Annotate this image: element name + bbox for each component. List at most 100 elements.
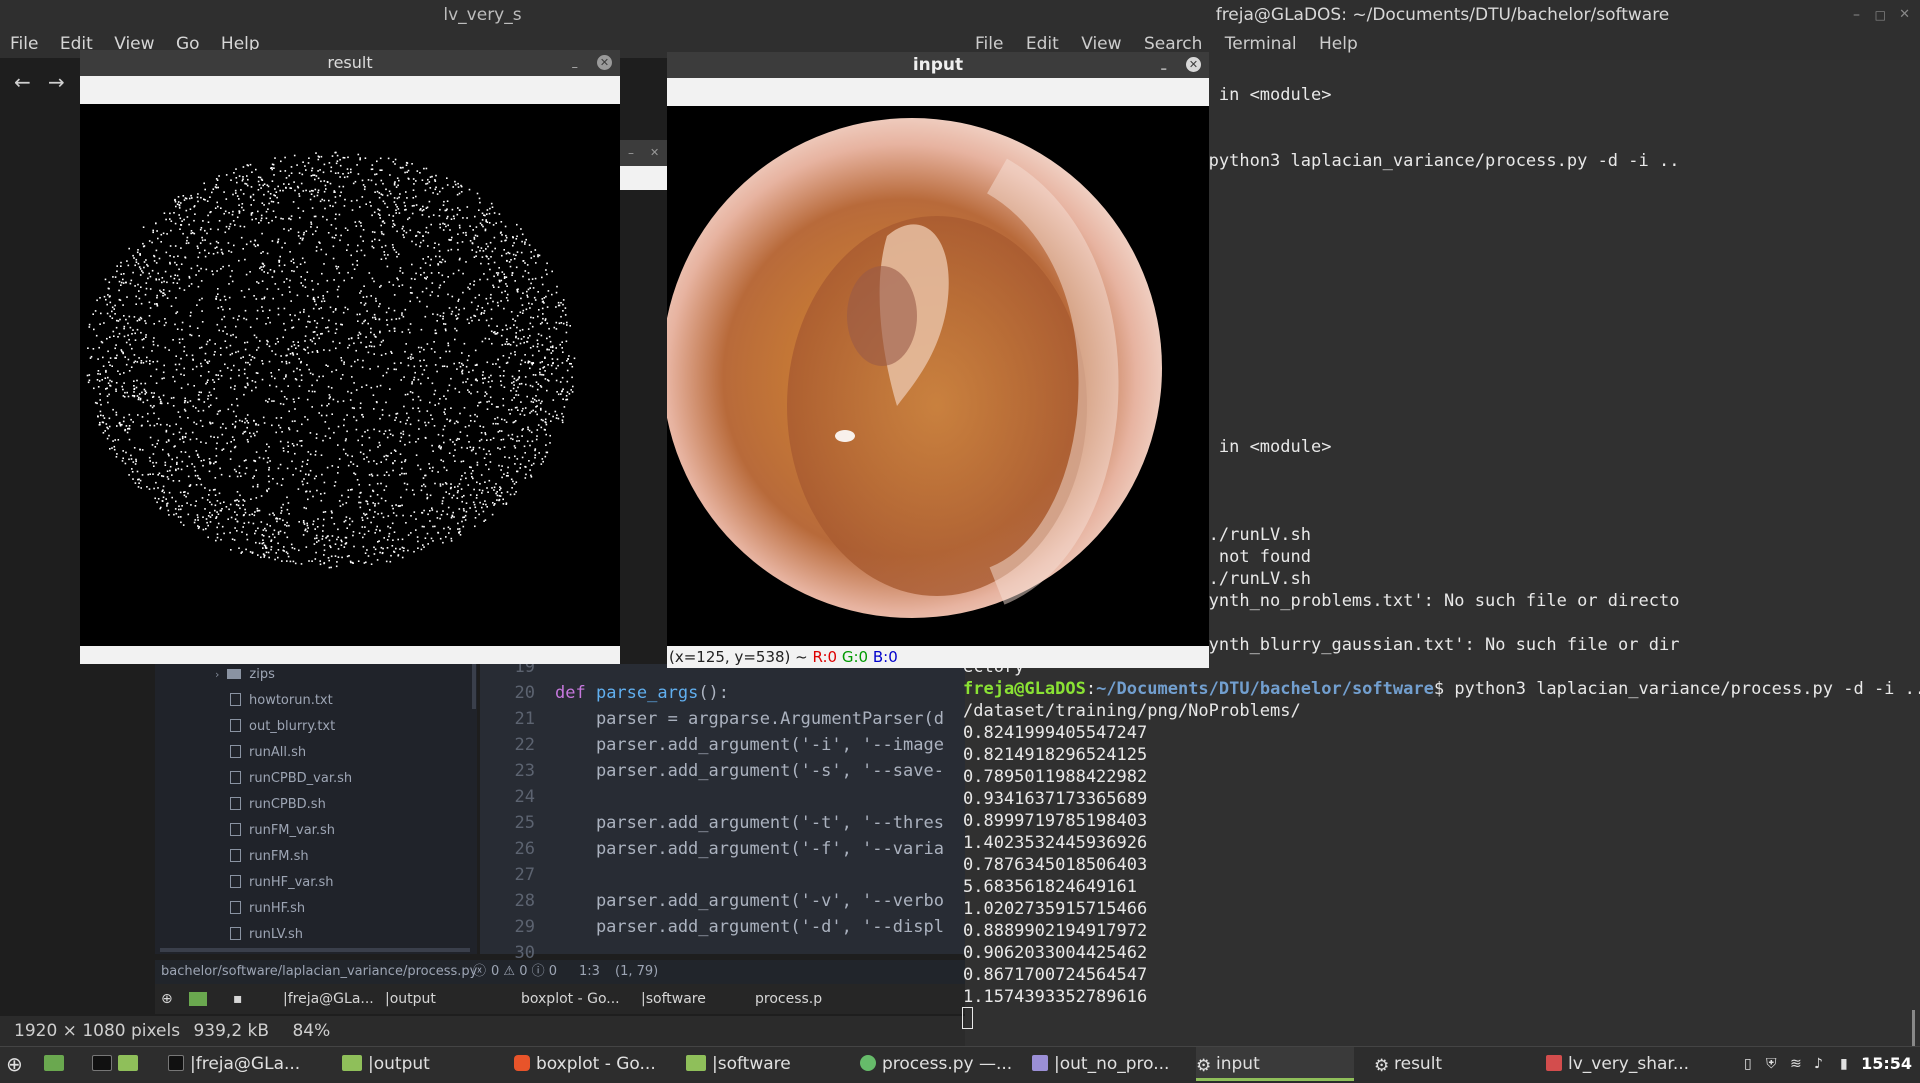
close-icon[interactable]: ✕ [597, 55, 612, 70]
file-icon [230, 849, 241, 862]
back-arrow-icon[interactable]: ← [14, 70, 31, 94]
browser-icon [514, 1055, 530, 1071]
diagnostics-counts[interactable]: 0 ⚠ 0 ⓘ 0 [491, 960, 557, 984]
code-line: 21 parser = argparse.ArgumentParser(d [480, 706, 944, 732]
terminal-menu-search[interactable]: Search [1144, 34, 1202, 54]
tree-file[interactable]: runHF_var.sh [230, 872, 334, 894]
terminal-menu-view[interactable]: View [1081, 34, 1121, 54]
taskbar-item-terminal[interactable]: |freja@GLa... [168, 1047, 300, 1081]
input-titlebar[interactable]: input – ✕ [667, 52, 1209, 78]
close-icon[interactable]: ✕ [1186, 57, 1201, 72]
taskbar-item-label: |output [368, 1054, 430, 1074]
code-text: parser.add_argument('-d', '--displ [555, 917, 944, 937]
file-path[interactable]: bachelor/software/laplacian_variance/pro… [161, 960, 477, 984]
volume-icon[interactable]: ♪ [1814, 1047, 1823, 1081]
editor-code-pane[interactable]: 19 20 def parse_args(): 21 parser = argpa… [480, 657, 965, 963]
taskbar-item-out-no-problems[interactable]: |out_no_pro... [1032, 1047, 1169, 1081]
tree-file[interactable]: runFM_var.sh [230, 820, 335, 842]
line-number: 27 [514, 865, 535, 885]
terminal-scrollbar[interactable] [1912, 1010, 1915, 1046]
input-pixel-status: (x=125, y=538) ~ R:0 G:0 B:0 [667, 646, 1209, 668]
pixel-red: R:0 [812, 648, 838, 666]
folder-icon [227, 669, 242, 679]
zoom-level[interactable]: 84% [292, 1021, 330, 1041]
tree-item-label: runHF.sh [249, 901, 306, 916]
cursor-position[interactable]: 1:3 [579, 960, 600, 984]
inner-task-item: boxplot - Go... [521, 991, 620, 1007]
files-launcher-icon[interactable] [118, 1047, 144, 1081]
terminal-title-text: freja@GLaDOS: ~/Documents/DTU/bachelor/s… [1215, 5, 1670, 25]
terminal-menu-terminal[interactable]: Terminal [1225, 34, 1297, 54]
terminal-icon: ▪ [233, 991, 243, 1007]
prompt-path: ~/Documents/DTU/bachelor/software [1096, 679, 1434, 699]
tree-file[interactable]: out_blurry.txt [230, 716, 335, 738]
tree-file[interactable]: runCPBD.sh [230, 794, 326, 816]
line-number: 23 [514, 761, 535, 781]
tree-folder-zips[interactable]: › zips [215, 664, 275, 686]
hidden-window-toolbar [620, 166, 668, 190]
viewer-menu-file[interactable]: File [10, 34, 38, 54]
line-number: 21 [514, 709, 535, 729]
code-text: parser.add_argument('-f', '--varia [555, 839, 944, 859]
terminal-menu-help[interactable]: Help [1319, 34, 1358, 54]
output-value: 0.8214918296524125 [963, 745, 1148, 765]
diagnostics-icon[interactable]: ⓧ [473, 960, 486, 984]
menu-icon: ⊕ [161, 991, 173, 1007]
taskbar-item-input[interactable]: ⚙ input [1196, 1047, 1354, 1081]
taskbar-item-label: |software [712, 1054, 791, 1074]
code-text: parser.add_argument('-i', '--image [555, 735, 944, 755]
close-icon[interactable]: ✕ [1899, 0, 1910, 30]
code-line: 20 def parse_args(): [480, 680, 730, 706]
inner-task-item: |software [641, 991, 706, 1007]
output-value: 0.8671700724564547 [963, 965, 1148, 985]
minimize-icon[interactable]: – [628, 146, 634, 160]
output-value: 0.8241999405547247 [963, 723, 1148, 743]
folder-icon [686, 1055, 706, 1071]
taskbar-item-label: |freja@GLa... [190, 1054, 301, 1074]
taskbar-item-boxplot[interactable]: boxplot - Go... [514, 1047, 656, 1081]
shield-icon[interactable]: ⛨ [1766, 1047, 1777, 1081]
result-image [80, 104, 620, 646]
forward-arrow-icon[interactable]: → [48, 70, 65, 94]
clock[interactable]: 15:54 [1861, 1047, 1912, 1081]
tree-file[interactable]: runFM.sh [230, 846, 309, 868]
battery-icon[interactable]: ▮ [1840, 1047, 1848, 1081]
taskbar-item-viewer[interactable]: lv_very_shar... [1546, 1047, 1689, 1081]
close-icon[interactable]: ✕ [650, 146, 659, 159]
viewer-title: lv_very_s [0, 0, 965, 30]
terminal-menu-edit[interactable]: Edit [1026, 34, 1059, 54]
tree-file[interactable]: runLV.sh [230, 924, 303, 946]
taskbar-item-label: boxplot - Go... [536, 1054, 656, 1074]
taskbar-item-output[interactable]: |output [342, 1047, 430, 1081]
tree-file[interactable]: runHF.sh [230, 898, 305, 920]
code-line: 28 parser.add_argument('-v', '--verbo [480, 888, 944, 914]
result-titlebar[interactable]: result – ✕ [80, 50, 620, 76]
tree-item-label: runLV.sh [249, 927, 303, 942]
terminal-title: freja@GLaDOS: ~/Documents/DTU/bachelor/s… [965, 0, 1920, 32]
taskbar-item-software[interactable]: |software [686, 1047, 791, 1081]
output-value: 0.7895011988422982 [963, 767, 1148, 787]
input-window[interactable]: input – ✕ (x=125, y=538) ~ R:0 G:0 B:0 [667, 52, 1209, 668]
terminal-launcher-icon[interactable] [92, 1047, 118, 1081]
terminal-menu-file[interactable]: File [975, 34, 1003, 54]
maximize-icon[interactable]: □ [1875, 0, 1886, 30]
output-value: 0.8999719785198403 [963, 811, 1148, 831]
result-window[interactable]: result – ✕ [80, 50, 620, 664]
tree-file[interactable]: runAll.sh [230, 742, 306, 764]
tree-hscrollbar[interactable] [160, 948, 470, 952]
minimize-icon[interactable]: – [1853, 0, 1860, 30]
file-icon [230, 927, 241, 940]
tree-file[interactable]: howtorun.txt [230, 690, 333, 712]
clipboard-icon[interactable]: ▯ [1744, 1047, 1752, 1081]
wifi-icon[interactable]: ≋ [1790, 1047, 1802, 1081]
output-value: 0.8889902194917972 [963, 921, 1148, 941]
image-viewer-icon [1546, 1055, 1562, 1071]
input-toolbar [667, 78, 1209, 106]
start-menu-icon[interactable]: ⊕ [6, 1047, 23, 1081]
taskbar-item-result[interactable]: ⚙ result [1374, 1047, 1442, 1081]
show-desktop-icon[interactable] [44, 1047, 70, 1081]
tree-scrollbar[interactable] [472, 664, 476, 709]
taskbar-item-editor[interactable]: process.py —... [860, 1047, 1012, 1081]
tree-file[interactable]: runCPBD_var.sh [230, 768, 352, 790]
inner-task-item: |output [385, 991, 436, 1007]
